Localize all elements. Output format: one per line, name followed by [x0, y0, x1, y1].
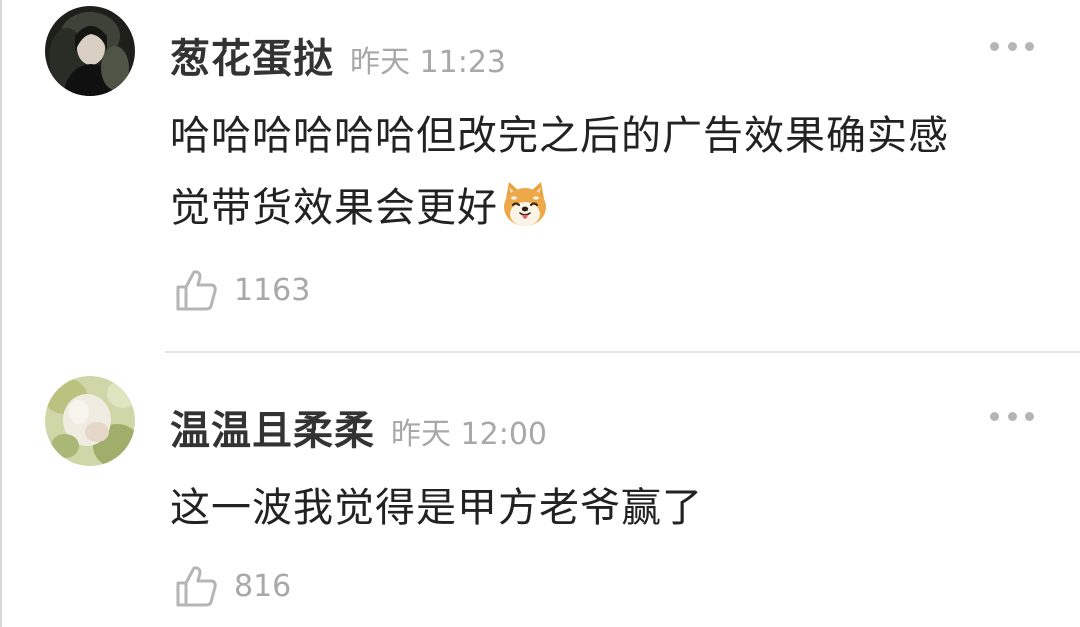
comment-item: 葱花蛋挞 昨天 11:23 哈哈哈哈哈哈但改完之后的广告效果确实感 觉带货效果会…: [0, 0, 1080, 352]
comment-line: 觉带货效果会更好: [170, 185, 498, 231]
thumbs-up-outline-icon: [176, 566, 217, 607]
user-avatar[interactable]: [45, 376, 135, 466]
like-count: 1163: [234, 272, 311, 308]
comment-line-with-emoji: 觉带货效果会更好: [170, 172, 1050, 244]
more-dots-icon[interactable]: [988, 404, 1036, 428]
comment-line: 哈哈哈哈哈哈但改完之后的广告效果确实感: [170, 113, 949, 159]
like-count: 816: [234, 568, 292, 604]
avatar-image: [45, 6, 135, 96]
username[interactable]: 葱花蛋挞: [170, 26, 334, 84]
comment-list: 葱花蛋挞 昨天 11:23 哈哈哈哈哈哈但改完之后的广告效果确实感 觉带货效果会…: [0, 0, 1080, 627]
thumbs-up-outline-icon: [176, 270, 217, 311]
avatar-image: [45, 376, 135, 466]
like-button[interactable]: 816: [172, 562, 291, 610]
user-avatar[interactable]: [45, 6, 135, 96]
comment-header: 温温且柔柔 昨天 12:00: [170, 398, 547, 456]
comment-time: 昨天 11:23: [350, 45, 506, 80]
comment-header: 葱花蛋挞 昨天 11:23: [170, 26, 506, 84]
comment-time: 昨天 12:00: [391, 417, 547, 452]
more-dots-icon[interactable]: [988, 34, 1036, 58]
username[interactable]: 温温且柔柔: [170, 398, 375, 456]
comment-line: 这一波我觉得是甲方老爷赢了: [170, 485, 703, 531]
comment-content: 哈哈哈哈哈哈但改完之后的广告效果确实感 觉带货效果会更好: [170, 100, 1050, 244]
comment-item: 温温且柔柔 昨天 12:00 这一波我觉得是甲方老爷赢了 816: [0, 352, 1080, 627]
shiba-dog-emoji-icon: [504, 182, 546, 226]
comment-content: 这一波我觉得是甲方老爷赢了: [170, 472, 1050, 544]
like-button[interactable]: 1163: [172, 266, 310, 314]
